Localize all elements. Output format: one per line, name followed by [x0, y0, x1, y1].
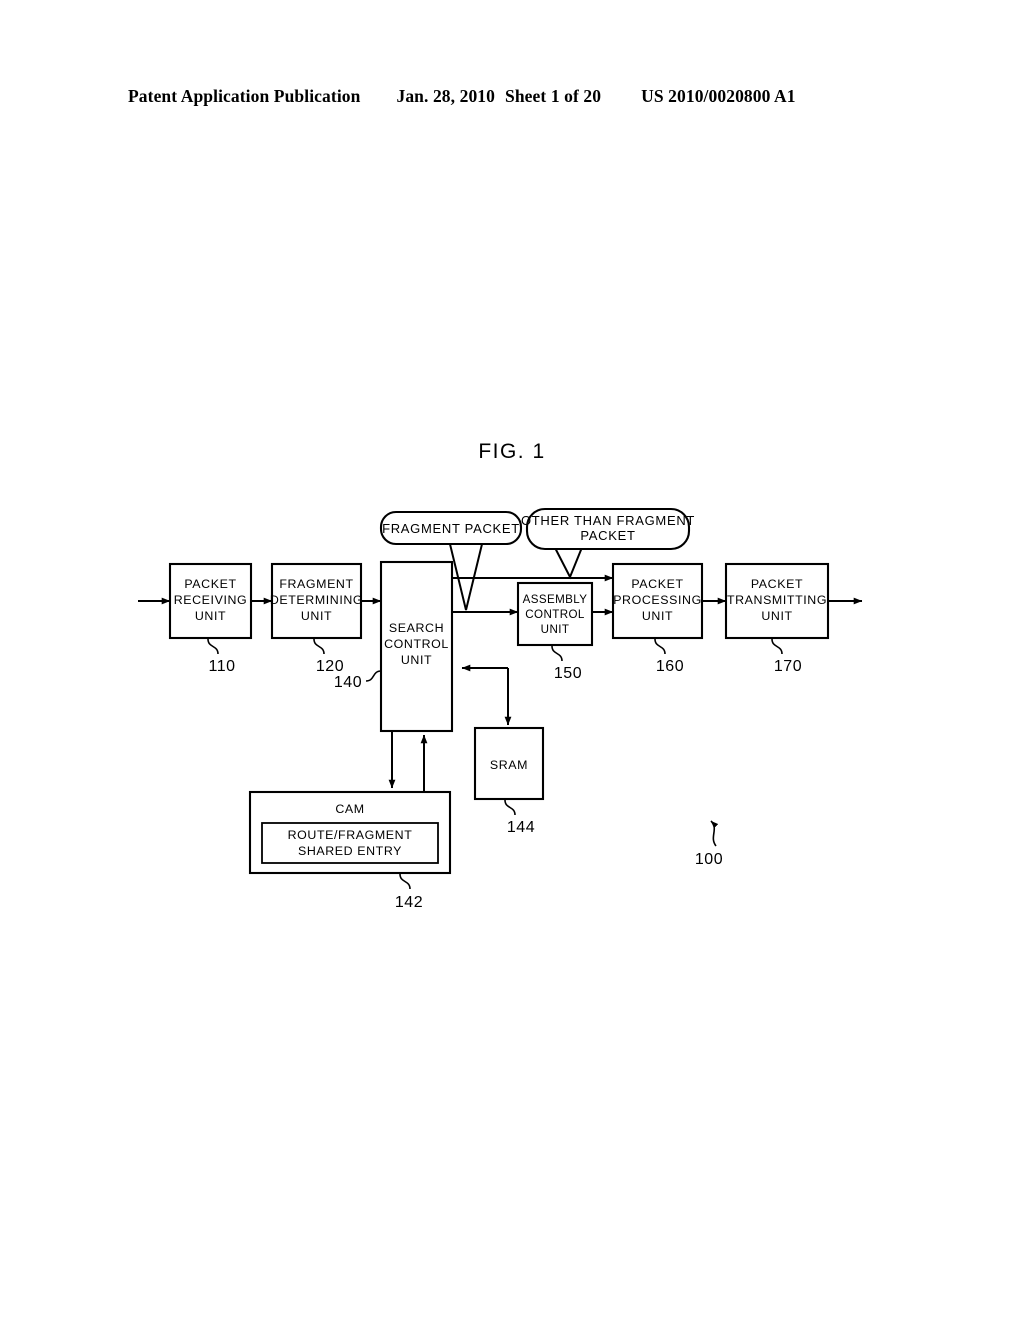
route-fragment-shared-entry-label-line2: SHARED ENTRY [298, 844, 402, 858]
assembly-control-unit-label-line1: ASSEMBLY [523, 593, 588, 606]
packet-transmitting-unit-ref-leader [771, 638, 783, 655]
fragment-determining-unit-block: FRAGMENT DETERMINING UNIT 120 [270, 562, 363, 675]
packet-transmitting-unit-ref: 170 [774, 658, 802, 675]
search-control-unit-label-line3: UNIT [401, 653, 432, 667]
packet-processing-unit-ref-leader [654, 638, 666, 655]
packet-processing-unit-label-line3: UNIT [642, 609, 673, 623]
sram-ref: 144 [507, 819, 535, 836]
publication-header: Patent Application Publication Jan. 28, … [128, 86, 896, 112]
packet-receiving-unit-label-line2: RECEIVING [174, 593, 248, 607]
figure-1: FIG. 1 FRAGMENT PACKET OTHER THAN FRAGME… [0, 440, 1024, 920]
packet-receiving-unit-ref-leader [207, 638, 219, 655]
sram-ref-leader [504, 799, 516, 816]
header-sheet-text: Sheet 1 of 20 [505, 86, 602, 106]
search-control-unit-ref-leader [365, 670, 382, 682]
header-date-text: Jan. 28, 2010 [396, 86, 496, 106]
packet-processing-unit-block: PACKET PROCESSING UNIT 160 [611, 562, 704, 675]
packet-transmitting-unit-label-line3: UNIT [761, 609, 792, 623]
other-than-fragment-callout-label-line1: OTHER THAN FRAGMENT [521, 513, 695, 528]
cam-ref: 142 [395, 894, 423, 911]
assembly-control-unit-ref: 150 [554, 665, 582, 682]
search-control-unit-ref: 140 [334, 674, 362, 691]
assembly-control-unit-label-line3: UNIT [541, 623, 570, 636]
packet-receiving-unit-label-line3: UNIT [195, 609, 226, 623]
header-document-number-text: US 2010/0020800 A1 [641, 86, 796, 106]
system-reference-100: 100 [695, 820, 723, 868]
assembly-control-unit-ref-leader [551, 645, 563, 662]
packet-processing-unit-label-line1: PACKET [631, 577, 683, 591]
fragment-determining-unit-ref: 120 [316, 658, 344, 675]
search-control-unit-label-line1: SEARCH [389, 621, 444, 635]
fragment-determining-unit-label-line1: FRAGMENT [279, 577, 353, 591]
route-fragment-shared-entry-label-line1: ROUTE/FRAGMENT [288, 828, 413, 842]
sram-label: SRAM [490, 758, 528, 772]
patent-page: Patent Application Publication Jan. 28, … [0, 0, 1024, 1320]
other-than-fragment-callout-label-line2: PACKET [580, 528, 635, 543]
packet-receiving-unit-label-line1: PACKET [184, 577, 236, 591]
fragment-packet-callout-label: FRAGMENT PACKET [382, 521, 520, 536]
assembly-control-unit-block: ASSEMBLY CONTROL UNIT 150 [516, 581, 594, 682]
system-reference-arrow [710, 820, 719, 847]
packet-transmitting-unit-block: PACKET TRANSMITTING UNIT 170 [724, 562, 830, 675]
other-than-fragment-packet-callout: OTHER THAN FRAGMENT PACKET [521, 507, 695, 551]
block-diagram: FRAGMENT PACKET OTHER THAN FRAGMENT PACK… [138, 507, 863, 911]
fragment-packet-callout-tail [448, 539, 484, 611]
packet-receiving-unit-ref: 110 [208, 658, 235, 675]
system-reference-label: 100 [695, 851, 723, 868]
cam-ref-leader [399, 873, 411, 890]
sram-block: SRAM 144 [473, 726, 545, 836]
fragment-determining-unit-label-line3: UNIT [301, 609, 332, 623]
cam-block: CAM ROUTE/FRAGMENT SHARED ENTRY 142 [248, 790, 452, 911]
assembly-control-unit-label-line2: CONTROL [525, 608, 585, 621]
packet-processing-unit-label-line2: PROCESSING [613, 593, 702, 607]
cam-label: CAM [335, 802, 364, 816]
packet-transmitting-unit-label-line1: PACKET [751, 577, 803, 591]
fragment-packet-callout: FRAGMENT PACKET [379, 510, 523, 546]
packet-transmitting-unit-label-line2: TRANSMITTING [727, 593, 827, 607]
packet-processing-unit-ref: 160 [656, 658, 684, 675]
fragment-determining-unit-label-line2: DETERMINING [270, 593, 363, 607]
fragment-determining-unit-ref-leader [313, 638, 325, 655]
search-control-unit-label-line2: CONTROL [384, 637, 449, 651]
packet-receiving-unit-block: PACKET RECEIVING UNIT 110 [168, 562, 253, 675]
header-publication-text: Patent Application Publication [128, 86, 361, 106]
